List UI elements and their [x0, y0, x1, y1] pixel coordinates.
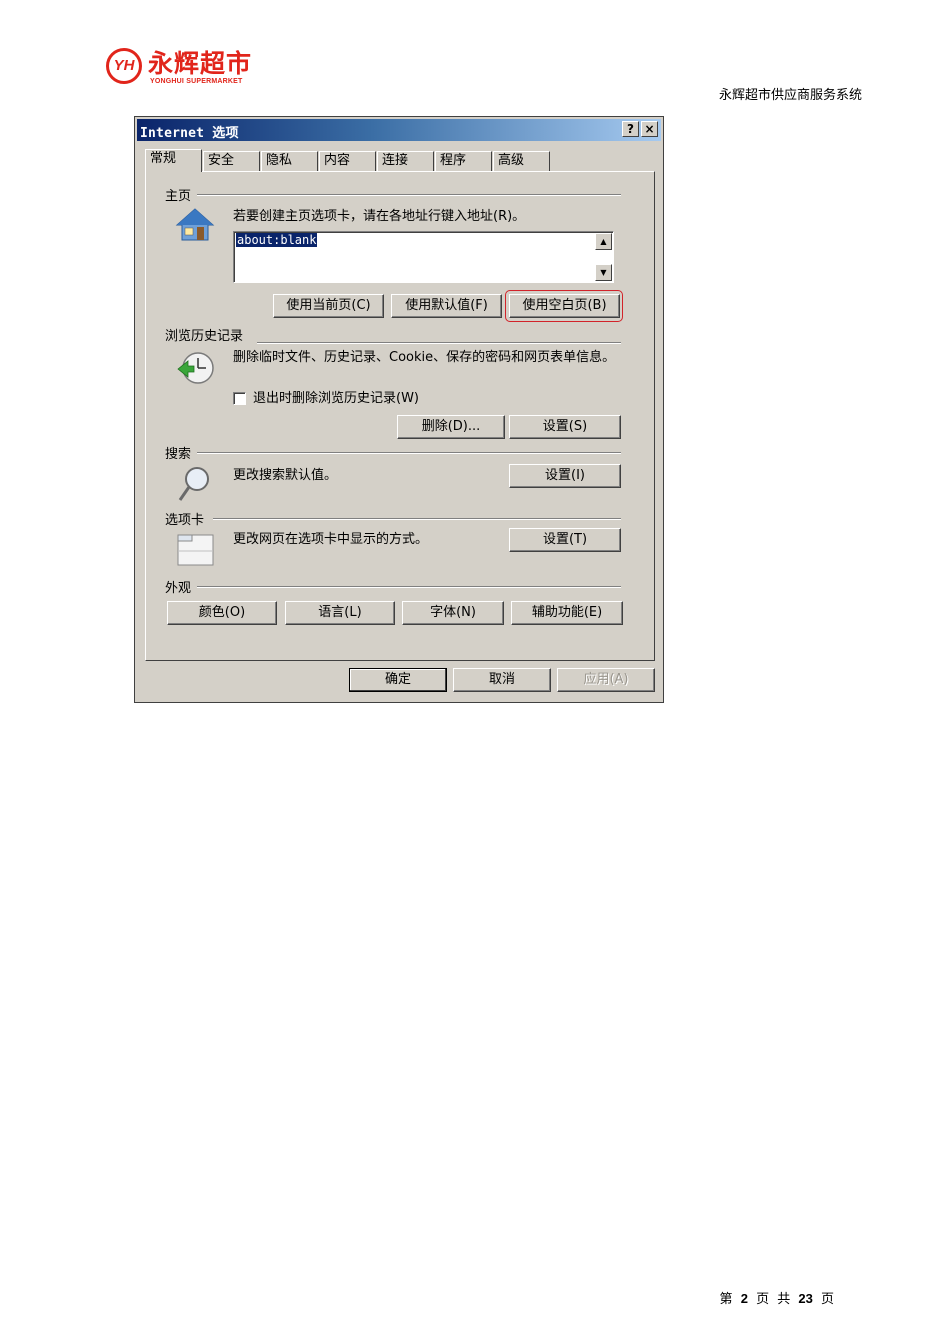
scroll-up-arrow-icon[interactable]: ▲	[595, 233, 612, 250]
homepage-instruction: 若要创建主页选项卡，请在各地址行键入地址(R)。	[233, 209, 526, 224]
history-description: 删除临时文件、历史记录、Cookie、保存的密码和网页表单信息。	[233, 350, 616, 365]
document-header-title: 永辉超市供应商服务系统	[718, 88, 862, 103]
accessibility-button[interactable]: 辅助功能(E)	[511, 601, 623, 625]
logo-mark: YH	[106, 48, 142, 84]
footer-page-number: 2	[740, 1291, 748, 1306]
search-description: 更改搜索默认值。	[233, 468, 338, 483]
appearance-group-line	[197, 586, 621, 588]
history-group-line	[257, 342, 621, 344]
search-group-line	[197, 452, 621, 454]
logo-name-en: YONGHUI SUPERMARKET	[150, 78, 243, 85]
delete-on-exit-checkbox[interactable]	[233, 392, 246, 405]
homepage-group-label: 主页	[165, 185, 198, 204]
homepage-address-value: about:blank	[236, 233, 318, 247]
logo-name-cn: 永辉超市	[148, 49, 253, 78]
history-settings-button[interactable]: 设置(S)	[509, 415, 621, 439]
use-blank-highlight	[505, 290, 623, 322]
delete-history-button[interactable]: 删除(D)...	[397, 415, 505, 439]
tab-programs[interactable]: 程序	[435, 151, 492, 171]
footer-page-unit: 页	[756, 1292, 770, 1307]
tabs-group-line	[213, 518, 621, 520]
footer-total-prefix: 共	[777, 1292, 791, 1307]
help-button[interactable]: ?	[622, 121, 639, 137]
apply-button[interactable]: 应用(A)	[557, 668, 655, 692]
languages-button[interactable]: 语言(L)	[285, 601, 395, 625]
cancel-button[interactable]: 取消	[453, 668, 551, 692]
yonghui-logo: YH 永辉超市 YONGHUI SUPERMARKET	[100, 42, 260, 96]
fonts-button[interactable]: 字体(N)	[402, 601, 504, 625]
tab-general[interactable]: 常规	[145, 149, 202, 172]
delete-on-exit-label[interactable]: 退出时删除浏览历史记录(W)	[253, 391, 419, 406]
tab-connections[interactable]: 连接	[377, 151, 434, 171]
close-button[interactable]: ×	[641, 121, 658, 137]
use-current-button[interactable]: 使用当前页(C)	[273, 294, 384, 318]
tab-privacy[interactable]: 隐私	[261, 151, 318, 171]
tab-content[interactable]: 内容	[319, 151, 376, 171]
homepage-address-input[interactable]: about:blank ▲ ▼	[233, 231, 614, 283]
tabs-settings-button[interactable]: 设置(T)	[509, 528, 621, 552]
history-clock-icon	[177, 352, 214, 384]
magnifier-icon	[178, 467, 209, 501]
tab-advanced[interactable]: 高级	[493, 151, 550, 171]
footer-prefix: 第	[719, 1292, 733, 1307]
tabs-description: 更改网页在选项卡中显示的方式。	[233, 532, 429, 547]
internet-options-dialog: Internet 选项 ? × 常规 安全 隐私 内容 连接 程序 高级 主页 …	[134, 116, 664, 703]
tabs-page-icon	[177, 534, 214, 566]
homepage-group-line	[197, 194, 621, 196]
ok-button[interactable]: 确定	[349, 668, 447, 692]
colors-button[interactable]: 颜色(O)	[167, 601, 277, 625]
footer-total-pages: 23	[798, 1291, 813, 1306]
page-footer: 第 2 页 共 23 页	[720, 1288, 834, 1307]
use-default-button[interactable]: 使用默认值(F)	[391, 294, 502, 318]
tab-security[interactable]: 安全	[203, 151, 260, 171]
history-group-label: 浏览历史记录	[165, 325, 250, 344]
appearance-group-label: 外观	[165, 577, 198, 596]
search-settings-button[interactable]: 设置(I)	[509, 464, 621, 488]
tabs-group-label: 选项卡	[165, 509, 211, 528]
scroll-down-arrow-icon[interactable]: ▼	[595, 264, 612, 281]
dialog-titlebar[interactable]: Internet 选项 ? ×	[137, 119, 661, 141]
search-group-label: 搜索	[165, 443, 198, 462]
footer-total-unit: 页	[820, 1292, 834, 1307]
dialog-title: Internet 选项	[140, 126, 239, 141]
home-icon	[175, 208, 215, 241]
